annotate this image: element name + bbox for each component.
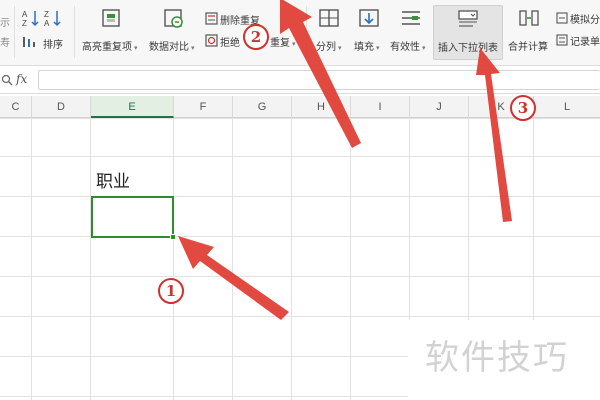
insert-dropdown-list-icon <box>458 10 478 27</box>
column-header-f[interactable]: F <box>174 96 233 118</box>
simulate-analysis-label: 模拟分 <box>570 15 600 26</box>
data-compare-button[interactable]: 数据对比 ▾ <box>148 5 200 57</box>
insert-dropdown-list-button[interactable]: 插入下拉列表 <box>433 5 503 60</box>
ribbon-separator <box>74 6 75 58</box>
ribbon-partial-label-2: 寿 <box>0 38 10 49</box>
svg-text:Z: Z <box>44 10 49 19</box>
step-badge-3: 3 <box>510 95 536 121</box>
insert-dropdown-list-label: 插入下拉列表 <box>438 43 498 54</box>
fill-button[interactable]: 填充 ▾ <box>350 5 386 57</box>
ribbon-partial-label-1: 示 <box>0 18 10 29</box>
dropdown-caret-icon: ▾ <box>134 45 138 52</box>
reject-duplicates-icon <box>205 34 218 47</box>
grid-line <box>0 316 600 317</box>
grid-line <box>232 118 233 400</box>
sort-ascending-button[interactable]: AZ <box>22 8 40 28</box>
grid-line <box>90 118 91 400</box>
grid-line <box>31 118 32 400</box>
grid-line <box>0 118 600 119</box>
highlight-duplicates-button[interactable]: 高亮重复项 ▾ <box>80 5 144 57</box>
reject-duplicates-label: 拒绝 <box>220 38 240 49</box>
record-form-label: 记录单 <box>570 37 600 48</box>
fill-handle[interactable] <box>170 234 176 240</box>
dropdown-caret-icon: ▾ <box>422 45 426 52</box>
step-badge-2: 2 <box>243 24 269 50</box>
simulate-analysis-button[interactable]: 模拟分 <box>556 11 600 27</box>
partial-duplicates-text: 重复 ▾ <box>270 38 296 49</box>
ribbon-separator <box>306 6 307 58</box>
grid-line <box>291 118 292 400</box>
column-header-e[interactable]: E <box>91 96 174 118</box>
delete-duplicates-icon <box>205 12 218 25</box>
highlight-duplicates-label: 高亮重复项 ▾ <box>82 42 138 53</box>
dropdown-caret-icon: ▾ <box>191 45 195 52</box>
column-header-j[interactable]: J <box>410 96 469 118</box>
fill-icon <box>359 9 379 27</box>
dropdown-caret-icon: ▾ <box>338 45 342 52</box>
sort-button[interactable]: 排序 <box>22 34 70 52</box>
step-badge-1: 1 <box>158 278 184 304</box>
column-header-d[interactable]: D <box>32 96 91 118</box>
formula-bar: fx <box>0 66 600 94</box>
cell-e4-job[interactable]: 职业 <box>96 167 130 192</box>
column-header-h[interactable]: H <box>292 96 351 118</box>
grid-line <box>0 196 600 197</box>
sort-ascending-icon: AZ <box>22 10 39 28</box>
merge-calc-icon <box>519 10 539 26</box>
record-form-button[interactable]: 记录单 <box>556 33 600 49</box>
sort-descending-icon: ZA <box>44 10 61 28</box>
sort-descending-button[interactable]: ZA <box>44 8 62 28</box>
split-columns-button[interactable]: 分列 ▾ <box>312 5 348 57</box>
watermark-text: 软件技巧 <box>425 338 569 378</box>
dropdown-caret-icon: ▾ <box>292 41 296 48</box>
ribbon-toolbar: 示 寿 AZ ZA 排序 高亮重复项 ▾ 数据对比 ▾ 删除重复 拒绝 重复 ▾ 分列… <box>0 0 600 66</box>
data-compare-icon <box>164 9 183 28</box>
record-form-icon <box>556 34 568 46</box>
selected-cell-e5[interactable] <box>91 196 174 238</box>
formula-input[interactable] <box>38 70 600 90</box>
merge-calc-button[interactable]: 合并计算 <box>506 5 552 57</box>
sort-icon <box>23 37 35 47</box>
column-header-c[interactable]: C <box>0 96 32 118</box>
grid-line <box>173 118 174 400</box>
delete-duplicates-button[interactable]: 删除重复 <box>205 11 275 27</box>
split-columns-icon <box>319 9 339 27</box>
grid-line <box>0 236 600 237</box>
data-compare-label: 数据对比 ▾ <box>149 42 195 53</box>
split-columns-label: 分列 ▾ <box>316 42 342 53</box>
fill-label: 填充 ▾ <box>354 42 380 53</box>
column-header-g[interactable]: G <box>233 96 292 118</box>
grid-line <box>0 276 600 277</box>
column-header-l[interactable]: L <box>534 96 600 118</box>
ribbon-separator <box>14 6 15 58</box>
svg-text:A: A <box>44 19 50 28</box>
column-header-i[interactable]: I <box>351 96 410 118</box>
fx-label[interactable]: fx <box>16 72 27 86</box>
validity-label: 有效性 ▾ <box>390 42 426 53</box>
highlight-duplicates-icon <box>102 9 120 27</box>
svg-text:A: A <box>22 10 28 19</box>
sort-label: 排序 <box>43 40 63 51</box>
grid-line <box>0 156 600 157</box>
svg-text:Z: Z <box>22 19 27 28</box>
dropdown-caret-icon: ▾ <box>376 45 380 52</box>
zoom-icon[interactable] <box>1 74 13 86</box>
merge-calc-label: 合并计算 <box>508 42 548 53</box>
simulate-analysis-icon <box>556 12 568 24</box>
grid-line <box>350 118 351 400</box>
validity-button[interactable]: 有效性 ▾ <box>388 5 434 57</box>
validity-icon <box>402 11 420 25</box>
